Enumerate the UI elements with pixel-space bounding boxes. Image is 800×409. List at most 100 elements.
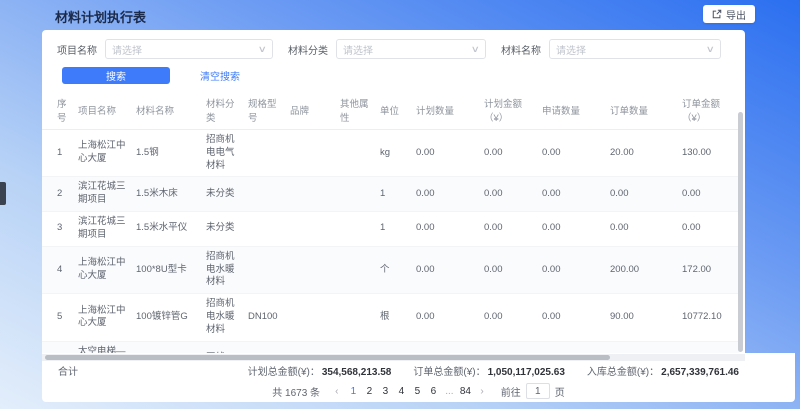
summary-total-item: 入库总金额(¥)：2,657,339,761.46 — [587, 363, 739, 378]
table-cell: 111 — [133, 341, 203, 353]
table-cell: 22.00 — [539, 341, 607, 353]
filter-label-material-name: 材料名称 — [501, 42, 541, 57]
material-plan-table: 序号项目名称材料名称材料分类规格型号品牌其他属性单位计划数量计划金额（¥）申请数… — [42, 91, 739, 353]
page-button[interactable]: 5 — [409, 386, 425, 397]
column-header: 计划金额（¥） — [481, 91, 539, 130]
table-row[interactable]: 3滨江花城三期项目1.5米水平仪未分类10.000.000.000.000.00 — [42, 212, 739, 247]
table-row[interactable]: 1上海松江中心大厦1.5钢招商机电电气材料kg0.000.000.0020.00… — [42, 130, 739, 177]
table-cell: 100镀锌管G — [133, 294, 203, 341]
table-cell: 22.00 — [607, 341, 679, 353]
table-body: 1上海松江中心大厦1.5钢招商机电电气材料kg0.000.000.0020.00… — [42, 130, 739, 354]
table-cell: 0.00 — [481, 341, 539, 353]
table-cell: 0.00 — [481, 246, 539, 293]
horizontal-scrollbar-thumb[interactable] — [45, 355, 610, 360]
table-cell: 1 — [42, 130, 75, 177]
table-cell: 未分类 — [203, 212, 245, 247]
table-cell — [287, 130, 337, 177]
page-title: 材料计划执行表 — [55, 7, 146, 26]
table-cell: 0.00 — [481, 294, 539, 341]
column-header: 项目名称 — [75, 91, 133, 130]
material-category-select[interactable]: 请选择 ∨ — [336, 39, 486, 59]
table-cell — [337, 212, 377, 247]
page-button[interactable]: 2 — [361, 386, 377, 397]
table-cell — [287, 341, 337, 353]
summary-total-value: 2,657,339,761.46 — [661, 367, 739, 378]
table-cell: 0.00 — [413, 177, 481, 212]
column-header: 材料分类 — [203, 91, 245, 130]
table-cell: 0.00 — [539, 212, 607, 247]
page-button[interactable]: 6 — [425, 386, 441, 397]
table-cell: 10772.10 — [679, 294, 739, 341]
table-cell — [245, 130, 287, 177]
table-cell: 个 — [377, 246, 413, 293]
table-cell — [337, 130, 377, 177]
table-cell: 1.5米木床 — [133, 177, 203, 212]
pagination-total: 共 1673 条 — [272, 384, 320, 399]
table-row[interactable]: 6太空电梯—月球项目111网线11110.000.0022.0022.00118… — [42, 341, 739, 353]
table-cell — [287, 294, 337, 341]
summary-label: 合计 — [58, 363, 78, 378]
goto-page-input[interactable] — [526, 383, 550, 399]
filter-label-material-category: 材料分类 — [288, 42, 328, 57]
table-cell: 上海松江中心大厦 — [75, 246, 133, 293]
filter-section: 项目名称 请选择 ∨ 材料分类 请选择 ∨ 材料名称 请选择 ∨ 搜索 清空搜索 — [42, 30, 745, 84]
material-category-placeholder: 请选择 — [343, 42, 468, 57]
table-cell: 0.00 — [413, 212, 481, 247]
table-cell: 130.00 — [679, 130, 739, 177]
table-row[interactable]: 2滨江花城三期项目1.5米木床未分类10.000.000.000.000.00 — [42, 177, 739, 212]
goto-prefix-label: 前往 — [501, 384, 521, 399]
search-button[interactable]: 搜索 — [62, 67, 170, 84]
table-cell: 滨江花城三期项目 — [75, 212, 133, 247]
next-page-button[interactable]: › — [476, 386, 487, 397]
main-panel: 项目名称 请选择 ∨ 材料分类 请选择 ∨ 材料名称 请选择 ∨ 搜索 清空搜索 — [42, 30, 745, 353]
column-header: 单位 — [377, 91, 413, 130]
table-cell: 0.00 — [607, 212, 679, 247]
page-button[interactable]: 1 — [345, 386, 361, 397]
export-button-label: 导出 — [726, 7, 746, 22]
table-cell — [245, 212, 287, 247]
table-cell — [287, 212, 337, 247]
summary-row: 合计 计划总金额(¥)：354,568,213.58订单总金额(¥)：1,050… — [42, 363, 795, 378]
page-button[interactable]: 84 — [457, 386, 473, 397]
summary-total-value: 1,050,117,025.63 — [488, 367, 565, 378]
page-button[interactable]: 4 — [393, 386, 409, 397]
table-cell: 1188.00 — [679, 341, 739, 353]
project-name-select[interactable]: 请选择 ∨ — [105, 39, 273, 59]
vertical-scrollbar[interactable] — [738, 112, 743, 352]
column-header: 申请数量 — [539, 91, 607, 130]
table-cell: 200.00 — [607, 246, 679, 293]
table-cell: 招商机电电气材料 — [203, 130, 245, 177]
table-cell: 上海松江中心大厦 — [75, 130, 133, 177]
table-row[interactable]: 4上海松江中心大厦100*8U型卡招商机电水暖材料个0.000.000.0020… — [42, 246, 739, 293]
table-cell: 1.5钢 — [133, 130, 203, 177]
chevron-down-icon: ∨ — [471, 44, 480, 55]
column-header: 订单数量 — [607, 91, 679, 130]
page-button[interactable]: 3 — [377, 386, 393, 397]
footer-panel: 合计 计划总金额(¥)：354,568,213.58订单总金额(¥)：1,050… — [42, 353, 795, 402]
table-cell: 未分类 — [203, 177, 245, 212]
side-handle[interactable] — [0, 182, 6, 205]
prev-page-button[interactable]: ‹ — [331, 386, 342, 397]
clear-search-link[interactable]: 清空搜索 — [200, 68, 240, 83]
table-row[interactable]: 5上海松江中心大厦100镀锌管G招商机电水暖材料DN100根0.000.000.… — [42, 294, 739, 341]
summary-total-label: 计划总金额(¥)： — [248, 367, 320, 378]
table-cell: 20.00 — [607, 130, 679, 177]
column-header: 材料名称 — [133, 91, 203, 130]
table-cell: 0.00 — [539, 246, 607, 293]
export-button[interactable]: 导出 — [703, 5, 755, 23]
page-ellipsis[interactable]: ... — [441, 386, 457, 397]
table-cell: 0.00 — [413, 246, 481, 293]
column-header: 规格型号 — [245, 91, 287, 130]
table-cell: 网线 — [203, 341, 245, 353]
table-cell — [287, 177, 337, 212]
table-cell: 1 — [377, 212, 413, 247]
table-cell — [337, 246, 377, 293]
table-cell: kg — [377, 130, 413, 177]
summary-total-label: 入库总金额(¥)： — [587, 367, 659, 378]
material-name-select[interactable]: 请选择 ∨ — [549, 39, 721, 59]
table-cell: 0.00 — [539, 130, 607, 177]
table-cell: 0.00 — [607, 177, 679, 212]
table-cell: 1.5米水平仪 — [133, 212, 203, 247]
table-cell — [337, 341, 377, 353]
chevron-down-icon: ∨ — [706, 44, 715, 55]
